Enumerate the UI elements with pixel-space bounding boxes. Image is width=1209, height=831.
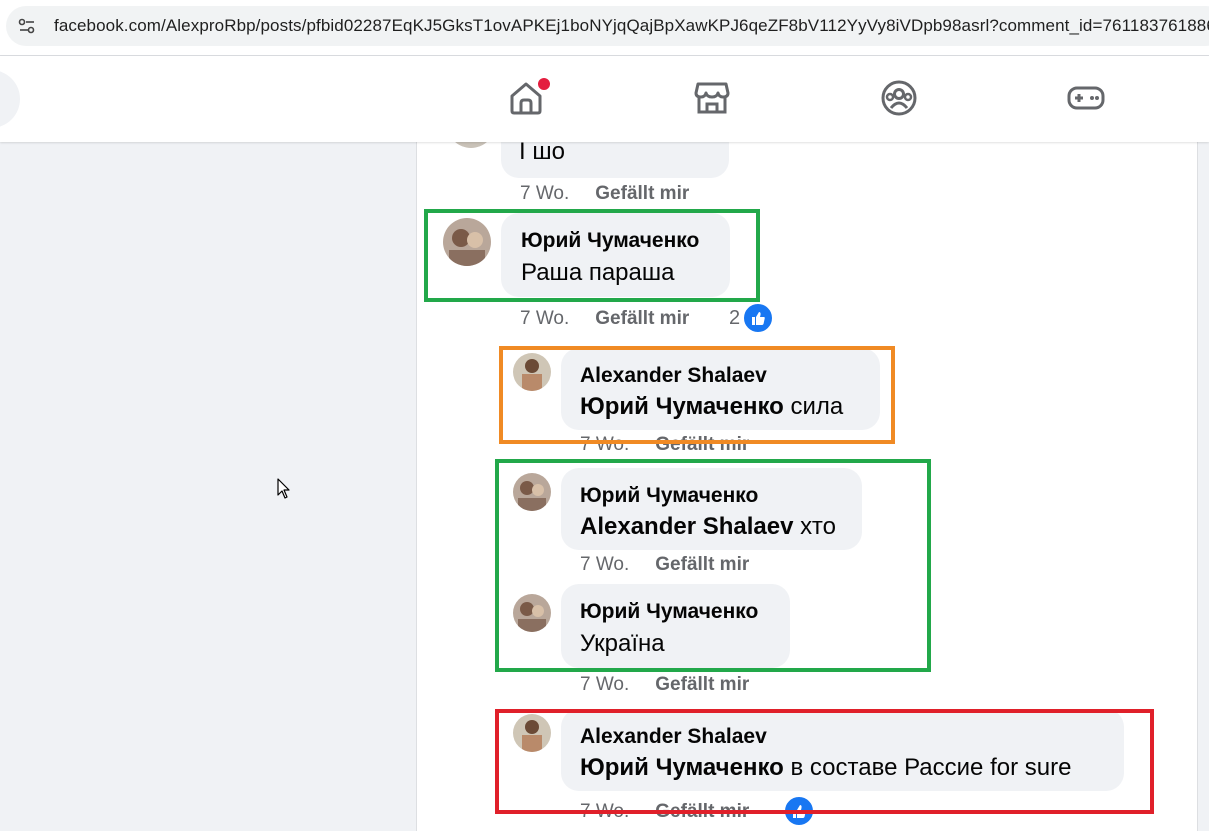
reaction-count[interactable]: 2	[729, 307, 740, 330]
marketplace-icon	[694, 82, 730, 114]
browser-address-bar: facebook.com/AlexproRbp/posts/pfbid02287…	[0, 0, 1209, 56]
home-tab[interactable]	[504, 76, 552, 120]
site-info-icon[interactable]	[18, 17, 36, 35]
groups-icon	[881, 80, 917, 116]
like-button[interactable]: Gefällt mir	[655, 674, 749, 695]
highlight-box-green	[495, 459, 931, 672]
comment-time[interactable]: 7 Wo.	[520, 308, 569, 329]
notification-dot	[536, 76, 552, 92]
url-field[interactable]: facebook.com/AlexproRbp/posts/pfbid02287…	[6, 6, 1209, 46]
comment-meta: 7 Wo. Gefällt mir	[520, 308, 689, 330]
comment-time[interactable]: 7 Wo.	[520, 183, 569, 204]
comment-text: І шо	[519, 138, 565, 165]
like-reaction-icon[interactable]	[742, 302, 774, 334]
gaming-icon	[1067, 86, 1105, 110]
groups-tab[interactable]	[877, 76, 921, 120]
gaming-tab[interactable]	[1064, 76, 1108, 120]
comment-meta: 7 Wo. Gefällt mir	[580, 674, 749, 696]
comment-time[interactable]: 7 Wo.	[580, 674, 629, 695]
url-text[interactable]: facebook.com/AlexproRbp/posts/pfbid02287…	[54, 16, 1209, 36]
search-box-edge[interactable]	[0, 70, 20, 128]
highlight-box-green	[424, 209, 760, 302]
like-button[interactable]: Gefällt mir	[595, 308, 689, 329]
facebook-top-nav	[0, 56, 1209, 142]
marketplace-tab[interactable]	[690, 76, 734, 120]
mouse-cursor-icon	[277, 478, 290, 499]
highlight-box-orange	[499, 346, 895, 444]
comment-meta: 7 Wo. Gefällt mir	[520, 183, 689, 205]
highlight-box-red	[495, 709, 1154, 814]
like-button[interactable]: Gefällt mir	[595, 183, 689, 204]
